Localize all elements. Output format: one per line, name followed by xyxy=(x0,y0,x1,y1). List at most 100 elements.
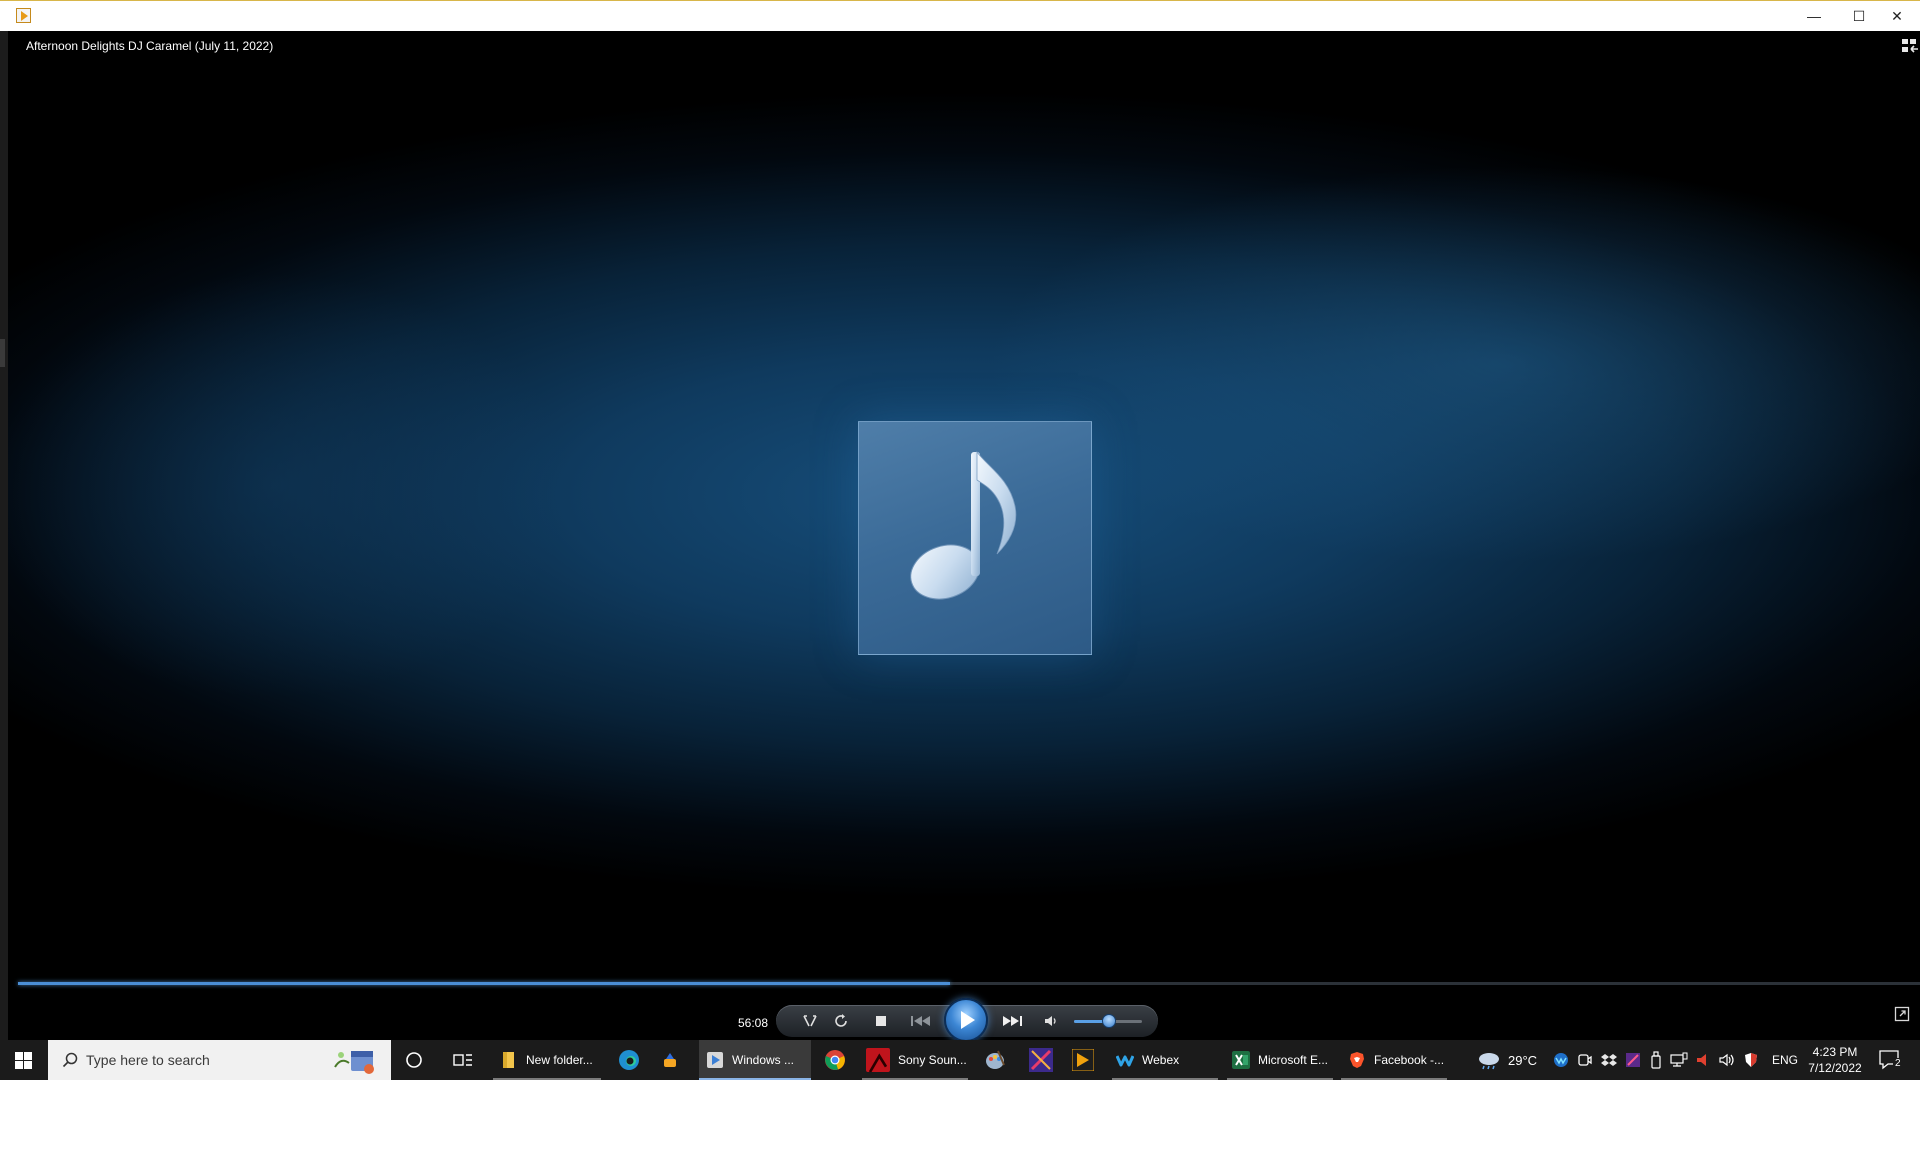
taskbar-app-brave-facebook[interactable]: Facebook -... xyxy=(1348,1040,1444,1080)
taskbar-app-windows-media-player[interactable]: Windows ... xyxy=(706,1040,794,1080)
paint-bucket-icon xyxy=(664,1053,676,1067)
shuffle-button[interactable] xyxy=(797,1008,823,1034)
album-art xyxy=(858,421,1092,655)
camera-icon xyxy=(1578,1054,1592,1066)
repeat-button[interactable] xyxy=(828,1008,854,1034)
sound-forge-icon xyxy=(866,1048,890,1072)
usb-drive-icon xyxy=(1651,1051,1661,1069)
brave-browser-icon xyxy=(1350,1052,1364,1068)
search-icon xyxy=(62,1052,78,1068)
start-button[interactable] xyxy=(0,1040,47,1080)
task-view-button[interactable] xyxy=(453,1040,473,1080)
folder-icon xyxy=(503,1052,514,1068)
taskbar-app-label: Webex xyxy=(1142,1053,1180,1067)
palette-icon xyxy=(986,1050,1005,1069)
cortana-button[interactable] xyxy=(405,1040,423,1080)
running-indicator xyxy=(862,1078,968,1080)
next-button[interactable] xyxy=(994,1008,1030,1034)
tray-security-shield-icon[interactable] xyxy=(1744,1040,1758,1080)
tray-camera-icon[interactable] xyxy=(1577,1040,1593,1080)
previous-button[interactable] xyxy=(903,1008,939,1034)
taskbar-app-edge[interactable] xyxy=(618,1040,640,1080)
webex-tray-icon xyxy=(1554,1053,1568,1067)
cortana-circle-icon xyxy=(406,1052,422,1068)
music-note-icon xyxy=(910,450,1017,600)
tray-audio-app-icon[interactable] xyxy=(1695,1040,1709,1080)
webex-icon xyxy=(1116,1055,1134,1067)
notification-count-badge: 2 xyxy=(1893,1058,1903,1069)
taskbar-app-effects-tool[interactable] xyxy=(1029,1040,1053,1080)
system-clock[interactable]: 4:23 PM 7/12/2022 xyxy=(1800,1044,1870,1076)
network-icon xyxy=(1670,1052,1688,1067)
taskbar-app-label: Microsoft E... xyxy=(1258,1053,1329,1067)
chrome-browser-icon xyxy=(825,1050,845,1070)
play-icon xyxy=(961,1011,975,1029)
running-indicator xyxy=(1112,1078,1218,1080)
tray-usb-icon[interactable] xyxy=(1650,1040,1662,1080)
play-button[interactable] xyxy=(944,998,988,1042)
edge-browser-icon xyxy=(619,1050,639,1070)
tray-dropbox-icon[interactable] xyxy=(1601,1040,1617,1080)
audio-app-icon xyxy=(1697,1054,1706,1066)
window-left-edge xyxy=(0,31,8,1040)
track-title: Afternoon Delights DJ Caramel (July 11, … xyxy=(26,39,274,53)
taskbar-app-label: New folder... xyxy=(526,1053,593,1067)
media-player-icon xyxy=(707,1052,723,1068)
running-indicator xyxy=(1341,1078,1447,1080)
taskbar-app-file-explorer[interactable]: New folder... xyxy=(500,1040,593,1080)
windows-logo-icon xyxy=(15,1051,32,1069)
search-placeholder: Type here to search xyxy=(86,1052,210,1068)
media-player: Afternoon Delights DJ Caramel (July 11, … xyxy=(0,31,1920,1042)
shuffle-icon xyxy=(803,1015,817,1027)
search-highlight-calendar-icon[interactable] xyxy=(331,1045,377,1075)
repeat-icon xyxy=(835,1014,847,1027)
taskbar-app-vegas[interactable] xyxy=(1072,1040,1094,1080)
taskbar-app-sony-sound-forge[interactable]: Sony Soun... xyxy=(866,1040,967,1080)
taskbar: Type here to search New folder... Window… xyxy=(0,1040,1920,1080)
tray-volume-icon[interactable] xyxy=(1718,1040,1736,1080)
next-icon xyxy=(1003,1016,1022,1026)
taskbar-search-box[interactable]: Type here to search xyxy=(48,1040,391,1080)
resize-handle[interactable] xyxy=(0,339,5,367)
taskbar-app-label: Facebook -... xyxy=(1374,1053,1445,1067)
taskbar-app-label: Sony Soun... xyxy=(898,1053,967,1067)
switch-to-library-icon[interactable] xyxy=(1900,37,1920,55)
tray-webex-icon[interactable] xyxy=(1553,1040,1569,1080)
action-center-button[interactable]: 2 xyxy=(1876,1048,1906,1072)
previous-icon xyxy=(911,1016,930,1026)
clock-date: 7/12/2022 xyxy=(1808,1061,1862,1075)
taskbar-app-label: Windows ... xyxy=(732,1053,795,1067)
shield-icon xyxy=(1745,1053,1757,1067)
taskbar-app-paint-tool[interactable] xyxy=(660,1040,680,1080)
taskbar-app-paint[interactable] xyxy=(984,1040,1006,1080)
mute-button[interactable] xyxy=(1038,1008,1064,1034)
seek-bar-progress xyxy=(18,982,950,985)
tray-color-app-icon[interactable] xyxy=(1625,1040,1641,1080)
minimize-button[interactable]: — xyxy=(1791,1,1837,31)
fullscreen-icon[interactable] xyxy=(1894,1006,1910,1022)
media-player-app-icon[interactable] xyxy=(16,8,31,23)
tray-network-icon[interactable] xyxy=(1670,1040,1688,1080)
task-view-icon xyxy=(453,1054,472,1066)
close-button[interactable]: ✕ xyxy=(1874,1,1920,31)
taskbar-app-chrome[interactable] xyxy=(824,1040,846,1080)
effects-tool-icon xyxy=(1029,1048,1053,1072)
volume-icon xyxy=(1719,1053,1734,1067)
taskbar-app-microsoft-excel[interactable]: Microsoft E... xyxy=(1232,1040,1328,1080)
color-app-icon xyxy=(1626,1053,1640,1067)
dropbox-icon xyxy=(1601,1054,1617,1066)
stop-button[interactable] xyxy=(868,1008,894,1034)
clock-time: 4:23 PM xyxy=(1812,1045,1858,1059)
weather-temperature[interactable]: 29°C xyxy=(1508,1053,1537,1068)
excel-icon xyxy=(1232,1051,1250,1069)
visualization-area[interactable]: Afternoon Delights DJ Caramel (July 11, … xyxy=(8,31,1920,1040)
title-bar: — ☐ ✕ xyxy=(0,0,1920,32)
input-language[interactable]: ENG xyxy=(1772,1053,1798,1067)
running-indicator xyxy=(699,1078,811,1080)
weather-cloud-rain-icon[interactable] xyxy=(1476,1050,1502,1070)
seek-bar[interactable] xyxy=(18,982,1920,985)
taskbar-app-webex[interactable]: Webex xyxy=(1116,1040,1179,1080)
vegas-video-icon xyxy=(1072,1049,1094,1071)
stop-icon xyxy=(876,1016,886,1026)
elapsed-time: 56:08 xyxy=(738,1016,769,1030)
